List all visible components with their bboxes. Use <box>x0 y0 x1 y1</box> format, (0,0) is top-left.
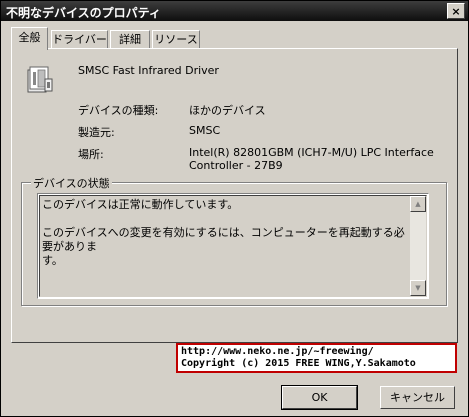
general-panel <box>11 48 458 343</box>
device-status-title: デバイスの状態 <box>31 175 112 191</box>
close-icon[interactable]: × <box>447 3 465 19</box>
tab-general[interactable]: 全般 <box>11 27 48 50</box>
cancel-button[interactable]: キャンセル <box>380 386 455 409</box>
website-url: http://www.neko.ne.jp/~freewing/ <box>181 346 374 357</box>
tab-details[interactable]: 詳細 <box>110 30 150 48</box>
copyright-box: http://www.neko.ne.jp/~freewing/ Copyrig… <box>176 343 457 373</box>
title-bar[interactable]: 不明なデバイスのプロパティ × <box>1 1 468 21</box>
copyright-text: Copyright (c) 2015 FREE WING,Y.Sakamoto <box>181 358 416 369</box>
tab-driver[interactable]: ドライバー <box>51 30 108 48</box>
ok-button[interactable]: OK <box>281 385 358 410</box>
tab-resources[interactable]: リソース <box>152 30 200 48</box>
window-title: 不明なデバイスのプロパティ <box>6 6 161 20</box>
